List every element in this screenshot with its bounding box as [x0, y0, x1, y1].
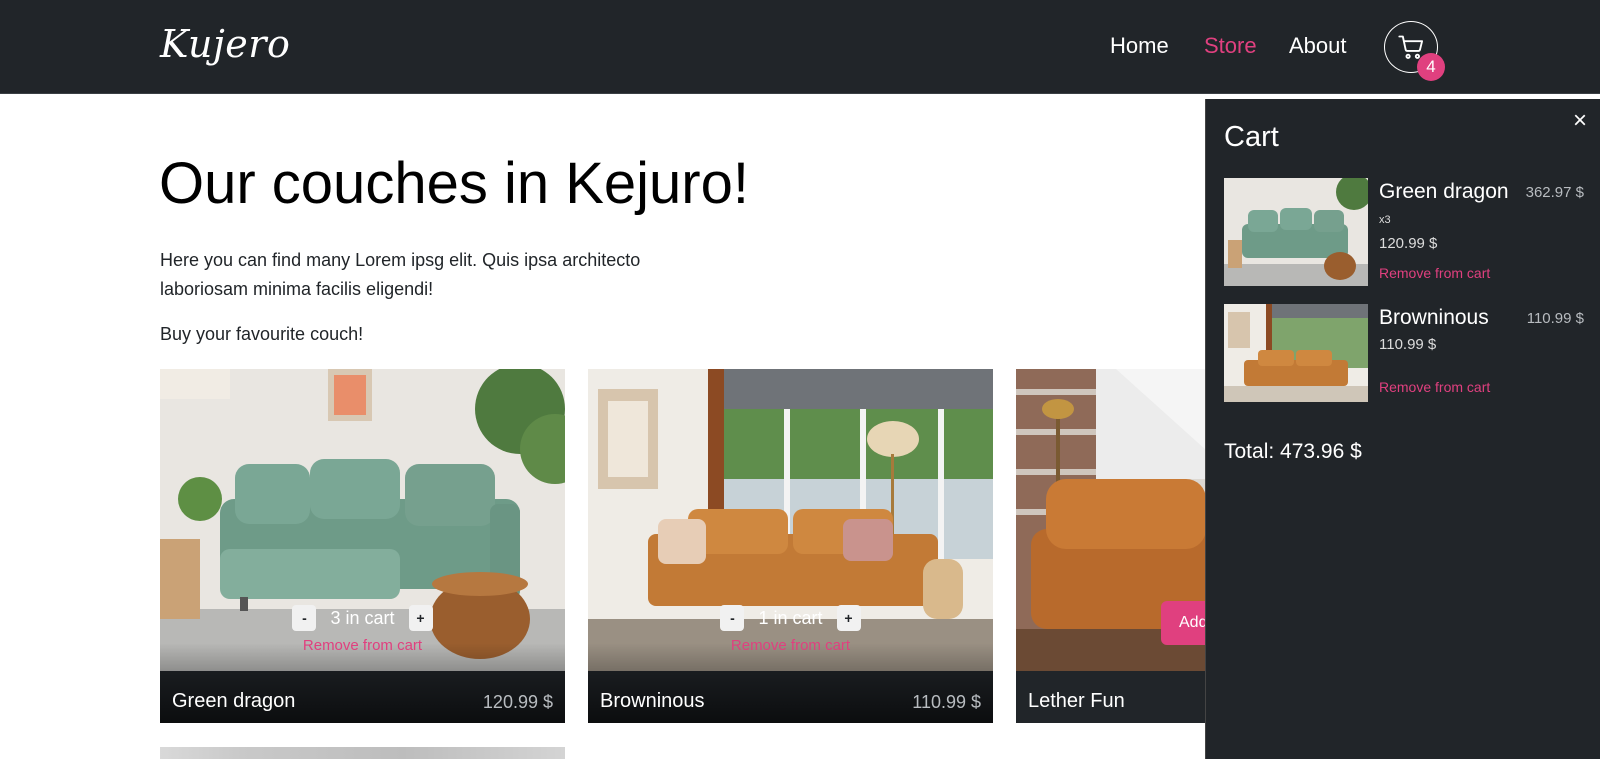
increase-quantity-button[interactable]: + [836, 605, 861, 631]
cart-count-badge: 4 [1417, 53, 1445, 81]
cart-item-price: 120.99 $ [1379, 235, 1438, 252]
cart-item: Browninous 110.99 $ 110.99 $ Remove from… [1224, 304, 1584, 414]
cart-total: Total: 473.96 $ [1224, 440, 1362, 463]
product-card-partial [160, 747, 565, 759]
product-name: Lether Fun [1028, 690, 1125, 712]
brand-logo[interactable]: Kujero [160, 22, 290, 66]
quantity-controls: - 1 in cart + [588, 605, 993, 631]
navbar: Kujero Home Store About 4 [0, 0, 1600, 94]
cart-item-image-green-sofa [1224, 178, 1368, 286]
quantity-label: 3 in cart [330, 607, 395, 628]
product-price: 120.99 $ [482, 692, 553, 712]
cart-item-total: 362.97 $ [1525, 184, 1584, 201]
cart-offcanvas: × Cart Green dragon 362.97 $ x3 120.99 $… [1205, 99, 1600, 759]
cart-item: Green dragon 362.97 $ x3 120.99 $ Remove… [1224, 178, 1584, 288]
remove-from-cart-link[interactable]: Remove from cart [160, 637, 565, 654]
quantity-controls: - 3 in cart + [160, 605, 565, 631]
cart-item-quantity: x3 [1379, 214, 1391, 226]
cart-title: Cart [1224, 121, 1279, 153]
hero-description: Here you can find many Lorem ipsg elit. … [160, 250, 641, 299]
decrease-quantity-button[interactable]: - [292, 605, 317, 631]
product-name: Green dragon [172, 690, 296, 712]
cart-item-price: 110.99 $ [1379, 336, 1437, 353]
close-icon[interactable]: × [1573, 107, 1587, 135]
cart-item-image-brown-sofa [1224, 304, 1368, 412]
hero-cta-text: Buy your favourite couch! [160, 324, 364, 344]
cart-item-remove-link[interactable]: Remove from cart [1379, 379, 1490, 395]
product-card: - 3 in cart + Remove from cart Green dra… [160, 369, 565, 723]
product-name: Browninous [600, 690, 705, 712]
product-price: 110.99 $ [912, 692, 981, 712]
cart-item-name: Green dragon [1379, 180, 1509, 203]
quantity-label: 1 in cart [758, 607, 823, 628]
nav-link-home[interactable]: Home [1110, 33, 1169, 59]
nav-link-store[interactable]: Store [1204, 33, 1257, 59]
decrease-quantity-button[interactable]: - [720, 605, 745, 631]
cart-item-total: 110.99 $ [1526, 310, 1584, 327]
page-title: Our couches in Kejuro! [159, 151, 749, 216]
nav-link-about[interactable]: About [1289, 33, 1347, 59]
increase-quantity-button[interactable]: + [408, 605, 433, 631]
cart-item-remove-link[interactable]: Remove from cart [1379, 265, 1490, 281]
product-card: - 1 in cart + Remove from cart Browninou… [588, 369, 993, 723]
remove-from-cart-link[interactable]: Remove from cart [588, 637, 993, 654]
cart-item-name: Browninous [1379, 306, 1489, 329]
